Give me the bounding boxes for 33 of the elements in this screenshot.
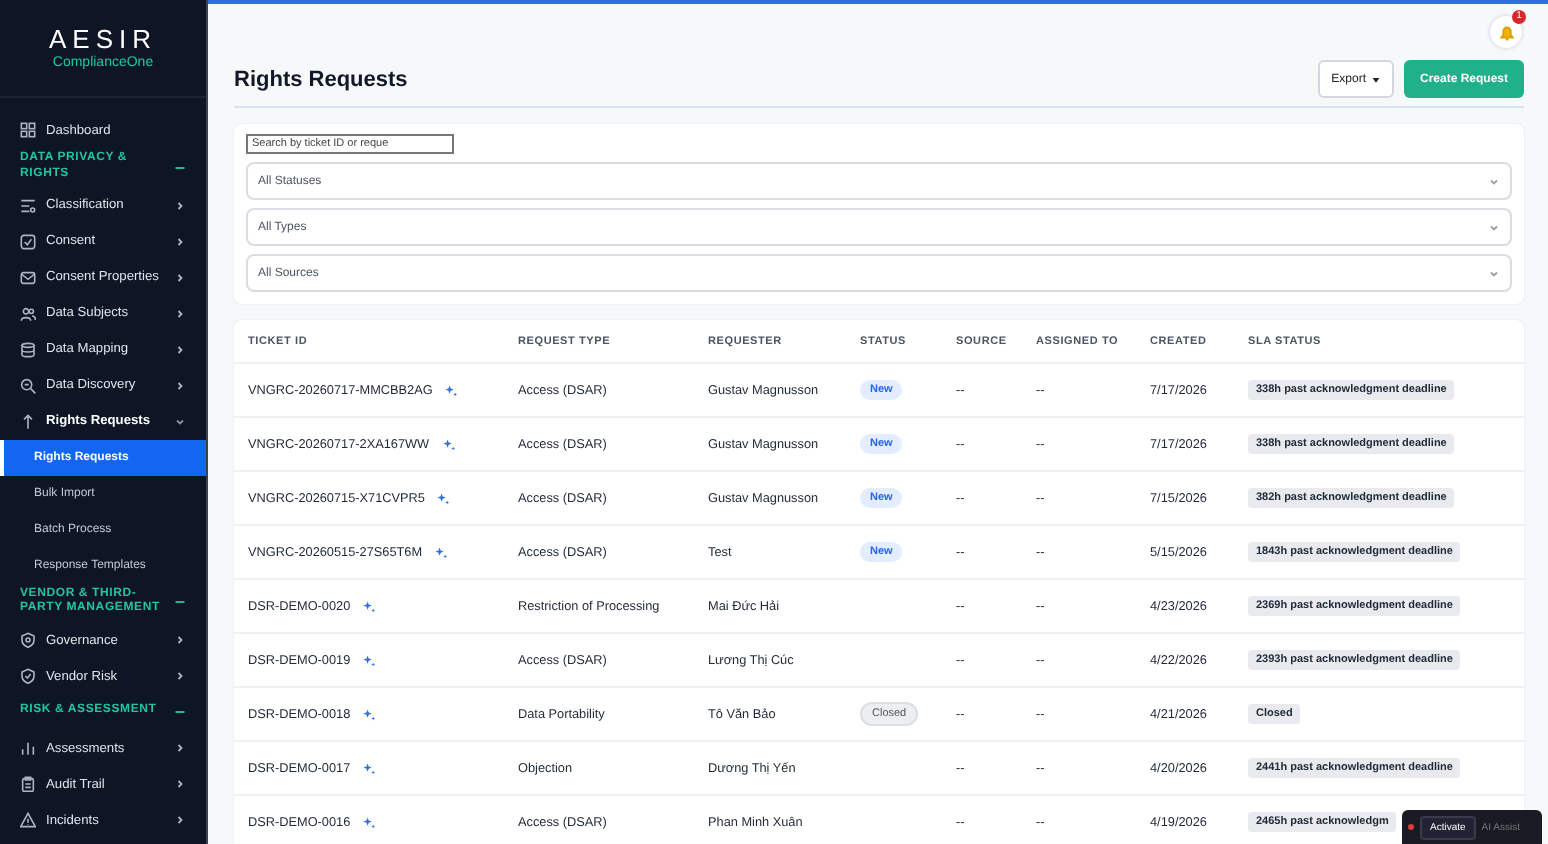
database-icon (20, 341, 36, 358)
collapse-icon[interactable] (174, 706, 186, 719)
arrow-up-icon (20, 413, 36, 430)
sparkle-icon[interactable] (362, 653, 377, 667)
checkbox-icon (20, 233, 36, 250)
magnifier-icon (20, 377, 36, 394)
clipboard-icon (20, 776, 36, 793)
sparkle-icon[interactable] (436, 491, 451, 505)
warning-icon (20, 812, 36, 829)
chevron-down-icon (1488, 221, 1500, 233)
chevron-down-icon (1488, 175, 1500, 187)
status-dot-icon (1408, 824, 1414, 830)
brand-logo: AESIR (48, 26, 157, 52)
shield-check-icon (20, 668, 36, 685)
sparkle-icon[interactable] (362, 761, 377, 775)
sparkle-icon[interactable] (434, 545, 449, 559)
collapse-icon[interactable] (174, 596, 186, 609)
sparkle-icon[interactable] (362, 599, 377, 613)
collapse-icon[interactable] (174, 161, 186, 174)
envelope-icon (20, 269, 36, 286)
list-icon (20, 197, 36, 214)
sparkle-icon[interactable] (441, 437, 456, 451)
sparkle-icon[interactable] (444, 383, 459, 397)
page-title: Rights Requests (234, 67, 410, 91)
bell-icon (1497, 23, 1515, 41)
caret-down-icon (1371, 75, 1380, 83)
shield-icon (20, 632, 36, 649)
chevron-down-icon (1488, 267, 1500, 279)
grid-icon (20, 122, 36, 138)
people-icon (20, 305, 36, 322)
sparkle-icon[interactable] (362, 707, 377, 721)
bar-chart-icon (20, 740, 36, 757)
sparkle-icon[interactable] (362, 815, 377, 829)
